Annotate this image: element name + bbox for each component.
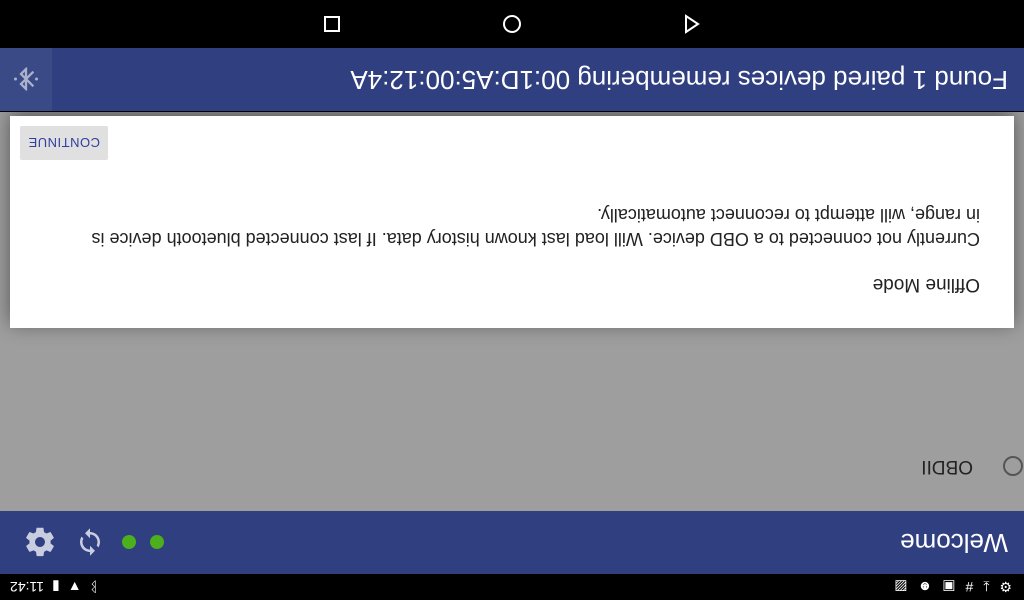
home-button[interactable] xyxy=(492,4,532,44)
app-bar: Welcome xyxy=(0,511,1024,574)
paired-devices-status: Found 1 paired devices remembering 00:1D… xyxy=(350,65,1008,95)
battery-icon: ▮ xyxy=(52,579,60,595)
bluetooth-icon xyxy=(13,67,39,92)
status-dot-2 xyxy=(122,535,136,550)
recents-icon xyxy=(324,16,340,32)
wifi-icon: ▼ xyxy=(67,579,82,595)
screen: ⚙ ⤓ # ▣ ☻ ▨ ᛒ ▼ ▮ 11:42 Welcome OBDII Of… xyxy=(0,0,1024,600)
android-icon: ☻ xyxy=(917,579,933,595)
bluetooth-button[interactable] xyxy=(0,48,52,111)
continue-button[interactable]: CONTINUE xyxy=(20,126,108,160)
settings-icon: ⚙ xyxy=(999,579,1012,595)
status-time: 11:42 xyxy=(10,579,44,595)
device-list-item[interactable]: OBDII xyxy=(921,451,1024,481)
download-icon: ⤓ xyxy=(983,579,990,595)
hash-icon: # xyxy=(965,579,974,595)
status-icons-left: ⚙ ⤓ # ▣ ☻ ▨ xyxy=(894,579,1024,595)
image-icon: ▨ xyxy=(894,579,908,595)
bluetooth-icon: ᛒ xyxy=(89,579,98,595)
recents-button[interactable] xyxy=(312,4,352,44)
app-bar-actions xyxy=(0,525,164,561)
status-dot-1 xyxy=(150,535,164,550)
gear-icon[interactable] xyxy=(22,525,58,561)
system-nav-bar xyxy=(0,0,1024,48)
page-title: Welcome xyxy=(900,528,1008,558)
status-icons-right: ᛒ ▼ ▮ 11:42 xyxy=(0,579,98,595)
dialog-title: Offline Mode xyxy=(872,274,980,295)
offline-mode-dialog: Offline Mode Currently not connected to … xyxy=(10,116,1014,328)
back-button[interactable] xyxy=(672,4,712,44)
device-radio-button[interactable] xyxy=(1003,456,1023,476)
screenshot-icon: ▣ xyxy=(942,579,956,595)
home-icon xyxy=(503,15,521,33)
back-icon xyxy=(685,14,700,34)
sync-icon[interactable] xyxy=(72,525,108,561)
status-bar: ⚙ ⤓ # ▣ ☻ ▨ ᛒ ▼ ▮ 11:42 xyxy=(0,574,1024,600)
bottom-status-bar: Found 1 paired devices remembering 00:1D… xyxy=(0,48,1024,111)
dialog-message: Currently not connected to a OBD device.… xyxy=(91,205,980,249)
device-label: OBDII xyxy=(921,456,973,477)
main-content: OBDII Offline Mode Currently not connect… xyxy=(0,112,1024,511)
